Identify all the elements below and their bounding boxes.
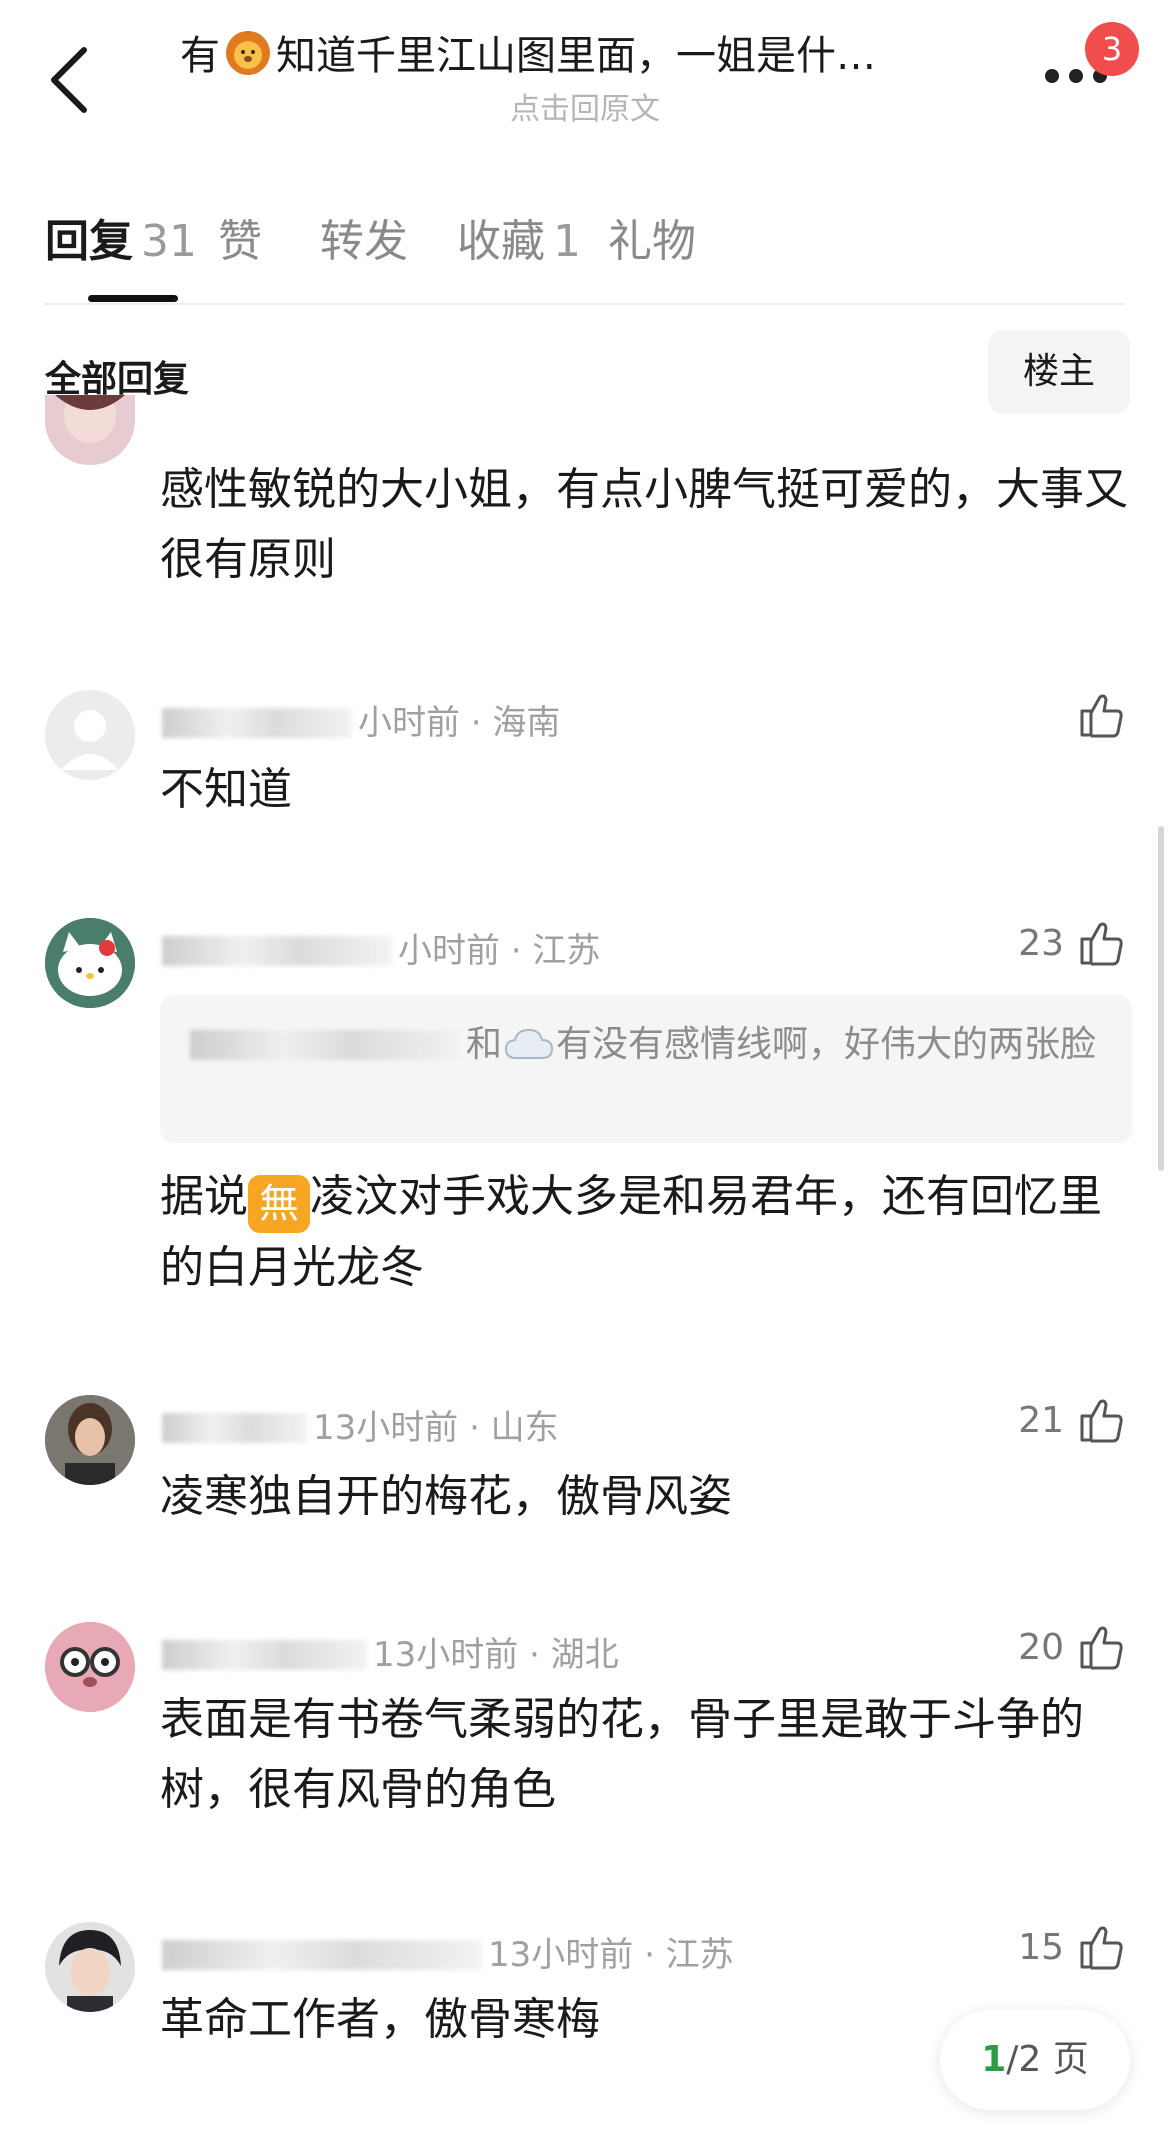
- comment-meta: 13小时前 · 山东: [162, 1400, 559, 1449]
- tab-likes[interactable]: 赞: [218, 205, 262, 269]
- tab-gifts[interactable]: 礼物: [608, 205, 696, 269]
- lion-emoji-icon: [224, 29, 272, 77]
- comment-time-location: 小时前 · 江苏: [398, 931, 601, 971]
- anime-portrait-avatar: [45, 1922, 135, 2012]
- total-pages: /2 页: [1006, 2039, 1089, 2080]
- op-only-filter-button[interactable]: 楼主: [988, 330, 1130, 414]
- portrait-avatar: [45, 1395, 135, 1485]
- default-user-icon: [45, 690, 135, 780]
- tab-label: 赞: [218, 216, 262, 267]
- comment-meta: 13小时前 · 江苏: [162, 1927, 734, 1976]
- dot-icon: [1045, 69, 1059, 83]
- like-count: 15: [1018, 1926, 1064, 1968]
- like-button[interactable]: 21: [1018, 1390, 1128, 1450]
- divider: [45, 303, 1125, 305]
- cartoon-glasses-avatar: [45, 1622, 135, 1712]
- avatar[interactable]: [45, 395, 135, 465]
- quote-text: 有没有感情线啊，好伟大的两张脸: [556, 1024, 1097, 1065]
- avatar[interactable]: [45, 918, 135, 1008]
- page-indicator-button[interactable]: 1/2 页: [940, 2010, 1130, 2110]
- tab-reposts[interactable]: 转发: [320, 205, 408, 269]
- avatar[interactable]: [45, 690, 135, 780]
- comment-text: 不知道: [160, 764, 292, 815]
- tab-favorites[interactable]: 收藏 1: [457, 205, 581, 269]
- comment-meta: 小时前 · 海南: [162, 695, 560, 744]
- like-button[interactable]: 15: [1018, 1917, 1128, 1977]
- post-title[interactable]: 有 知道千里江山图里面，一姐是什…: [180, 28, 990, 84]
- comment-time-location: 13小时前 · 山东: [313, 1408, 559, 1448]
- like-count: 20: [1018, 1626, 1064, 1668]
- thumbs-up-icon: [1080, 1399, 1123, 1443]
- title-text: 知道千里江山图里面，一姐是什…: [276, 33, 876, 79]
- redacted-username: [162, 1413, 307, 1443]
- thumbs-up-icon: [1080, 694, 1123, 738]
- tab-bar: 回复 31 赞 转发 收藏 1 礼物: [45, 205, 1125, 285]
- like-count: 23: [1018, 922, 1064, 964]
- redacted-username: [162, 1640, 367, 1670]
- tab-label: 转发: [320, 216, 408, 267]
- thumbs-up-icon: [1080, 1926, 1123, 1970]
- quote-connector: 和: [466, 1024, 503, 1065]
- like-button[interactable]: [1076, 685, 1128, 745]
- comment-time-location: 小时前 · 海南: [358, 703, 561, 743]
- like-count: 21: [1018, 1399, 1064, 1441]
- tab-replies[interactable]: 回复 31: [45, 205, 197, 269]
- redacted-username: [162, 708, 352, 738]
- tab-label: 礼物: [608, 216, 696, 267]
- comment-text: 表面是有书卷气柔弱的花，骨子里是敢于斗争的树，很有风骨的角色: [160, 1694, 1084, 1815]
- comment-time-location: 13小时前 · 江苏: [488, 1935, 734, 1975]
- title-prefix: 有: [180, 33, 220, 79]
- tab-count: 31: [141, 216, 197, 267]
- wu-emoji-icon: 無: [248, 1175, 310, 1233]
- active-tab-indicator: [88, 295, 178, 302]
- like-button[interactable]: 23: [1018, 913, 1128, 973]
- like-button[interactable]: 20: [1018, 1617, 1128, 1677]
- comment-text: 据说無凌汶对手戏大多是和易君年，还有回忆里的白月光龙冬: [160, 1162, 1135, 1303]
- hello-kitty-avatar: [45, 918, 135, 1008]
- notification-badge: 3: [1085, 22, 1139, 76]
- comment-meta: 13小时前 · 湖北: [162, 1627, 619, 1676]
- thumbs-up-icon: [1080, 922, 1123, 966]
- dot-icon: [1069, 69, 1083, 83]
- tab-count: 1: [553, 216, 581, 267]
- redacted-username: [162, 936, 392, 966]
- avatar[interactable]: [45, 1922, 135, 2012]
- comment-meta: 小时前 · 江苏: [162, 923, 600, 972]
- avatar[interactable]: [45, 1395, 135, 1485]
- thumbs-up-icon: [1080, 1626, 1123, 1670]
- comment-text-part: 据说: [160, 1171, 248, 1222]
- scrollbar[interactable]: [1158, 826, 1164, 1171]
- redacted-username: [190, 1030, 460, 1060]
- cloud-emoji-icon: [505, 1028, 554, 1059]
- tab-label: 收藏: [457, 216, 545, 267]
- quoted-reply[interactable]: 和 有没有感情线啊，好伟大的两张脸: [160, 995, 1132, 1143]
- back-to-post-link[interactable]: 点击回原文: [0, 84, 1170, 128]
- avatar[interactable]: [45, 1622, 135, 1712]
- tab-label: 回复: [45, 216, 133, 267]
- redacted-username: [162, 1940, 482, 1970]
- top-bar: 有 知道千里江山图里面，一姐是什… 点击回原文 3: [0, 0, 1170, 150]
- current-page: 1: [981, 2039, 1007, 2080]
- avatar-image: [45, 395, 135, 465]
- comment-text: 凌寒独自开的梅花，傲骨风姿: [160, 1471, 732, 1522]
- post-replies-page: 有 知道千里江山图里面，一姐是什… 点击回原文 3 回复 31 赞 转发 收藏 …: [0, 0, 1170, 2136]
- comment-time-location: 13小时前 · 湖北: [373, 1635, 619, 1675]
- comment-text: 感性敏锐的大小姐，有点小脾气挺可爱的，大事又很有原则: [160, 464, 1128, 585]
